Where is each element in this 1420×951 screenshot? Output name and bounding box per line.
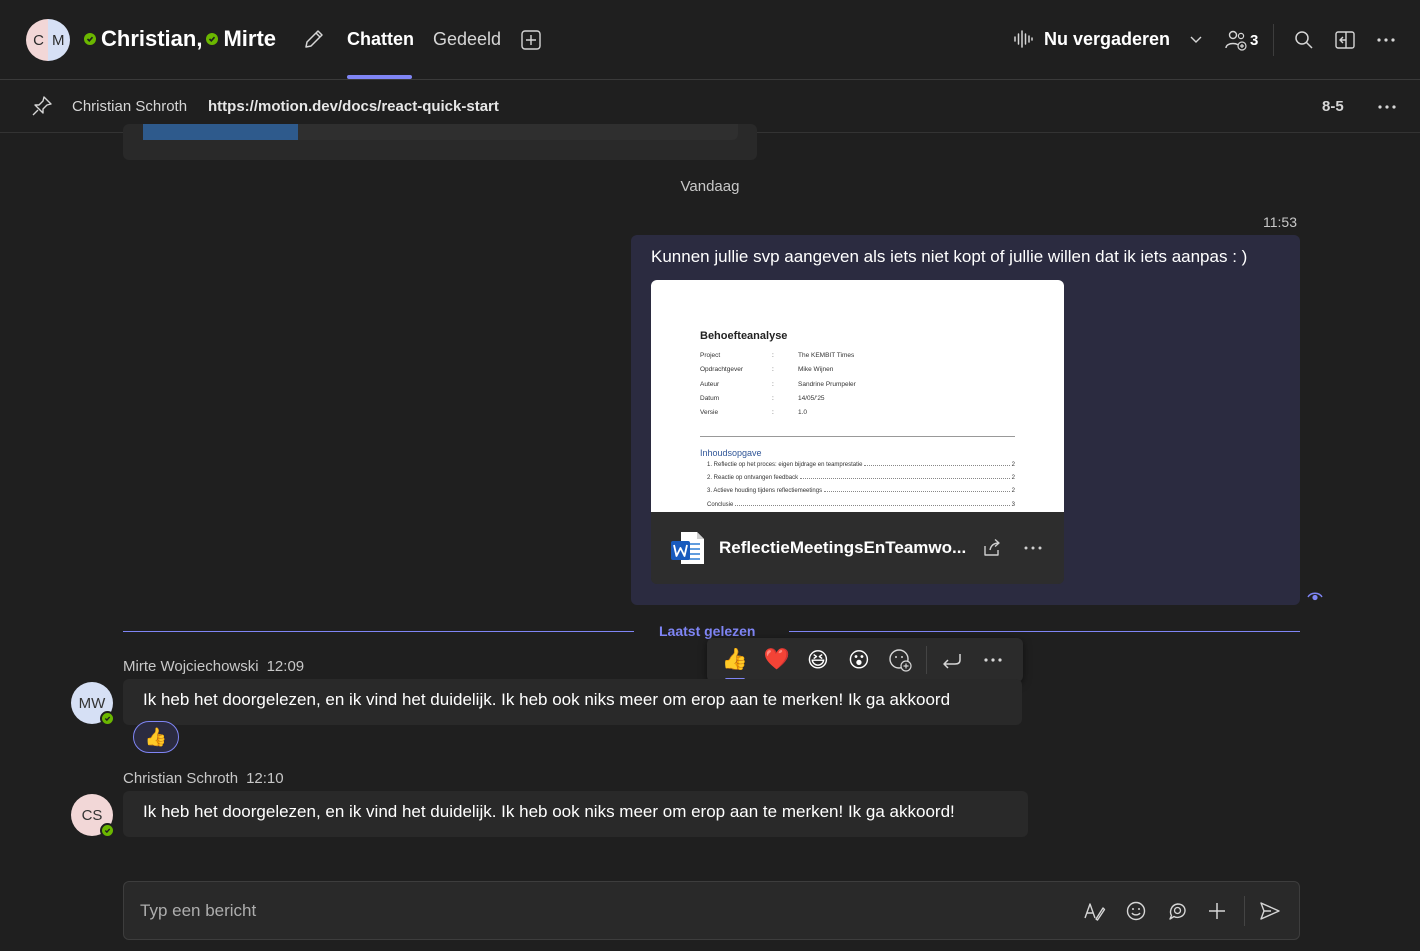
pinned-author: Christian Schroth: [72, 98, 188, 115]
presence-available-icon: [100, 823, 115, 838]
chat-message-list[interactable]: Vandaag 11:53 Kunnen jullie svp aangeven…: [0, 124, 1420, 951]
avatar-initials-right: M: [48, 19, 70, 61]
loop-component-icon[interactable]: [1165, 899, 1189, 923]
avatar[interactable]: MW: [71, 682, 115, 726]
add-tab-icon[interactable]: [520, 29, 542, 51]
more-options-icon[interactable]: [1022, 537, 1044, 559]
popout-window-icon[interactable]: [1333, 28, 1357, 52]
message-input[interactable]: [140, 898, 1040, 924]
my-message-bubble[interactable]: Kunnen jullie svp aangeven als iets niet…: [631, 235, 1300, 605]
tab-gedeeld[interactable]: Gedeeld: [433, 29, 501, 50]
message-timestamp: 11:53: [1263, 214, 1297, 230]
chat-title[interactable]: Christian , Mirte: [84, 26, 276, 52]
audio-wave-icon: [1014, 30, 1033, 48]
avatar[interactable]: CS: [71, 794, 115, 838]
avatar-initials: MW: [78, 694, 106, 712]
doc-meta-row: Versie:1.0: [700, 409, 808, 416]
more-options-icon[interactable]: [1376, 96, 1398, 118]
participant-count: 3: [1250, 31, 1259, 49]
message-meta: Mirte Wojciechowski 12:09: [123, 658, 304, 675]
edit-pencil-icon[interactable]: [302, 27, 326, 51]
add-attachment-icon[interactable]: [1205, 899, 1229, 923]
word-document-icon: [671, 532, 704, 564]
active-tab-indicator: [347, 75, 412, 79]
participants-button[interactable]: 3: [1224, 28, 1258, 52]
presence-available-icon: [206, 33, 219, 45]
participant-name-1: Christian: [101, 26, 197, 51]
message-timestamp: 12:10: [246, 770, 284, 787]
more-options-icon[interactable]: [979, 646, 1007, 674]
name-separator: ,: [196, 26, 203, 51]
chevron-down-icon[interactable]: [1188, 31, 1204, 47]
people-add-icon: [1225, 30, 1247, 51]
doc-toc-title: Inhoudsopgave: [700, 448, 762, 458]
doc-meta-row: Opdrachtgever: Mike Wijnen: [700, 366, 834, 373]
message-author: Christian Schroth: [123, 770, 239, 787]
doc-title: Behoefteanalyse: [700, 330, 788, 342]
format-text-icon[interactable]: [1082, 899, 1106, 923]
doc-toc-entry: Conclusie 3: [707, 502, 1015, 508]
reaction-toolbar: 👍 ❤️ 😆 😮: [707, 638, 1023, 682]
avatar-initials: CS: [81, 806, 103, 824]
compose-box[interactable]: [123, 881, 1300, 940]
previous-message-card: [123, 124, 757, 160]
pinned-count: 8-5: [1322, 98, 1344, 115]
pin-icon: [32, 96, 52, 116]
pinned-link[interactable]: https://motion.dev/docs/react-quick-star…: [208, 98, 499, 115]
meet-now-label: Nu vergaderen: [1044, 28, 1171, 49]
message-text: Kunnen jullie svp aangeven als iets niet…: [651, 247, 1248, 266]
date-divider: Vandaag: [680, 178, 740, 195]
doc-toc-entry: 2. Reactie op ontvangen feedback 2: [707, 475, 1015, 481]
participant-name-2: Mirte: [223, 26, 277, 51]
tab-chatten[interactable]: Chatten: [347, 29, 414, 50]
doc-toc-entry: 3. Actieve houding tijdens reflectiemeet…: [707, 488, 1015, 494]
avatar-initials-left: C: [26, 19, 48, 61]
doc-meta-row: Datum:14/05/'25: [700, 395, 825, 402]
message-author: Mirte Wojciechowski: [123, 658, 259, 675]
doc-toc-entry: 1. Reflectie op het proces: eigen bijdra…: [707, 462, 1015, 468]
like-reaction-pill[interactable]: 👍: [133, 721, 179, 753]
previous-thumbnail: [143, 124, 298, 140]
reaction-heart-button[interactable]: ❤️: [763, 646, 791, 674]
header-divider: [1273, 24, 1274, 56]
compose-divider: [1244, 896, 1245, 926]
emoji-icon[interactable]: [1124, 899, 1148, 923]
last-read-label: Laatst gelezen: [659, 623, 756, 639]
read-receipt-eye-icon: [1307, 592, 1323, 601]
doc-meta-row: Project: The KEMBIT Times: [700, 352, 855, 359]
search-icon[interactable]: [1292, 28, 1316, 52]
presence-available-icon: [100, 711, 115, 726]
document-preview[interactable]: Behoefteanalyse Project: The KEMBIT Times…: [651, 280, 1064, 512]
doc-divider: [700, 436, 1015, 437]
reaction-surprised-button[interactable]: 😮: [845, 646, 873, 674]
message-bubble[interactable]: Ik heb het doorgelezen, en ik vind het d…: [123, 791, 1028, 837]
reply-icon[interactable]: [938, 646, 966, 674]
more-options-icon[interactable]: [1374, 28, 1398, 52]
presence-available-icon: [84, 33, 96, 45]
doc-meta-row: Auteur: Sandrine Prumpeler: [700, 381, 856, 388]
file-footer[interactable]: ReflectieMeetingsEnTeamwo...: [651, 512, 1064, 584]
message-meta: Christian Schroth 12:10: [123, 770, 284, 787]
message-bubble[interactable]: Ik heb het doorgelezen, en ik vind het d…: [123, 679, 1022, 725]
message-timestamp: 12:09: [266, 658, 305, 675]
group-avatar[interactable]: C M: [26, 19, 70, 61]
last-read-line-right: [789, 631, 1300, 632]
meet-now-button[interactable]: Nu vergaderen: [1012, 28, 1204, 50]
last-read-line-left: [123, 631, 634, 632]
chat-header: C M Christian , Mirte Chatten Gedeeld Nu…: [0, 0, 1420, 80]
file-attachment-card[interactable]: Behoefteanalyse Project: The KEMBIT Times…: [651, 280, 1064, 584]
file-name[interactable]: ReflectieMeetingsEnTeamwo...: [719, 538, 966, 558]
send-icon[interactable]: [1258, 899, 1282, 923]
add-reaction-icon[interactable]: [886, 646, 914, 674]
reaction-toolbar-divider: [926, 646, 927, 674]
share-icon[interactable]: [981, 537, 1003, 559]
reaction-like-button[interactable]: 👍: [721, 646, 749, 674]
reaction-laugh-button[interactable]: 😆: [804, 646, 832, 674]
